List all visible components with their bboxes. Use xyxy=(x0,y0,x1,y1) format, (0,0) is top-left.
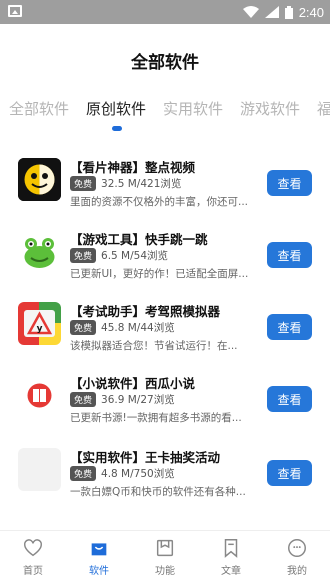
app-size-views: 32.5 M/421浏览 xyxy=(101,178,182,190)
tab-original[interactable]: 原创软件 xyxy=(86,98,146,119)
app-icon xyxy=(18,230,61,273)
bag-icon xyxy=(91,543,107,556)
nav-features[interactable]: 功能 xyxy=(132,537,198,577)
heart-icon xyxy=(24,539,42,557)
category-tabs: 全部软件 原创软件 实用软件 游戏软件 福 xyxy=(0,98,330,134)
list-item[interactable]: 【看片神器】整点视频 免费 32.5 M/421浏览 里面的资源不仅格外的丰富，… xyxy=(0,158,330,228)
view-button[interactable]: 查看 xyxy=(267,460,312,486)
view-button[interactable]: 查看 xyxy=(267,170,312,196)
free-badge: 免费 xyxy=(70,466,97,481)
app-icon: y xyxy=(18,302,61,345)
status-time: 2:40 xyxy=(298,4,324,20)
bookmark-icon xyxy=(224,539,238,558)
app-icon xyxy=(18,448,61,491)
tab-games[interactable]: 游戏软件 xyxy=(240,98,300,119)
app-icon xyxy=(18,158,61,201)
nav-label: 软件 xyxy=(89,566,109,577)
smiley-icon xyxy=(288,539,306,557)
nav-articles[interactable]: 文章 xyxy=(198,537,264,577)
app-title: 【考试助手】考驾照模拟器 xyxy=(70,304,221,319)
list-item[interactable]: 【小说软件】西瓜小说 免费 36.9 M/27浏览 已更新书源!一款拥有超多书源… xyxy=(0,374,330,444)
app-size-views: 45.8 M/44浏览 xyxy=(101,322,175,334)
nav-label: 首页 xyxy=(23,566,43,577)
app-size-views: 6.5 M/54浏览 xyxy=(101,250,169,262)
app-description: 该模拟器适合您！节省试运行！在... xyxy=(70,340,238,352)
nav-home[interactable]: 首页 xyxy=(0,537,66,577)
free-badge: 免费 xyxy=(70,320,97,335)
nav-label: 文章 xyxy=(221,566,241,577)
app-size-views: 36.9 M/27浏览 xyxy=(101,394,175,406)
tab-utility[interactable]: 实用软件 xyxy=(163,98,223,119)
nav-mine[interactable]: 我的 xyxy=(264,537,330,577)
view-button[interactable]: 查看 xyxy=(267,242,312,268)
nav-label: 我的 xyxy=(287,566,307,577)
tab-all[interactable]: 全部软件 xyxy=(9,98,69,119)
app-description: 已更新UI，更好的作！已适配全面屏... xyxy=(70,268,249,280)
nav-software[interactable]: 软件 xyxy=(66,537,132,577)
app-title: 【实用软件】王卡抽奖活动 xyxy=(70,450,221,465)
free-badge: 免费 xyxy=(70,392,97,407)
free-badge: 免费 xyxy=(70,176,97,191)
view-button[interactable]: 查看 xyxy=(267,386,312,412)
image-notification-icon xyxy=(8,5,22,17)
bottom-nav: 首页 软件 功能 文章 我的 xyxy=(0,530,330,587)
app-description: 已更新书源!一款拥有超多书源的看... xyxy=(70,412,242,424)
status-bar: 2:40 xyxy=(0,0,330,24)
list-item[interactable]: 【实用软件】王卡抽奖活动 免费 4.8 M/750浏览 一款白嫖Q币和快币的软件… xyxy=(0,448,330,518)
app-title: 【游戏工具】快手跳一跳 xyxy=(70,232,208,247)
gift-icon xyxy=(156,539,174,557)
nav-label: 功能 xyxy=(155,566,175,577)
app-description: 里面的资源不仅格外的丰富，你还可... xyxy=(70,196,249,208)
list-item[interactable]: y 【考试助手】考驾照模拟器 免费 45.8 M/44浏览 该模拟器适合您！节省… xyxy=(0,302,330,372)
signal-icon xyxy=(264,6,279,18)
app-description: 一款白嫖Q币和快币的软件还有各种... xyxy=(70,486,246,498)
wifi-icon xyxy=(242,6,259,18)
app-size-views: 4.8 M/750浏览 xyxy=(101,468,175,480)
free-badge: 免费 xyxy=(70,248,97,263)
tab-welfare[interactable]: 福 xyxy=(317,98,330,119)
app-title: 【看片神器】整点视频 xyxy=(70,160,196,175)
app-title: 【小说软件】西瓜小说 xyxy=(70,376,196,391)
tab-indicator xyxy=(112,126,122,131)
app-icon xyxy=(18,374,61,417)
page-title: 全部软件 xyxy=(131,53,199,73)
list-item[interactable]: 【游戏工具】快手跳一跳 免费 6.5 M/54浏览 已更新UI，更好的作！已适配… xyxy=(0,230,330,300)
svg-text:y: y xyxy=(37,324,43,334)
view-button[interactable]: 查看 xyxy=(267,314,312,340)
battery-icon xyxy=(284,5,293,19)
